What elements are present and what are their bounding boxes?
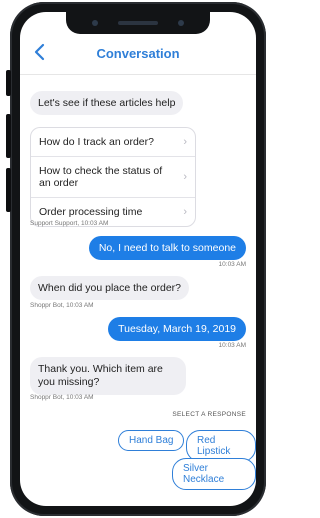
conversation-header: Conversation <box>20 34 256 75</box>
notch <box>66 12 210 34</box>
user-message-date: Tuesday, March 19, 2019 <box>108 317 246 341</box>
phone-screen: Conversation Let's see if these articles… <box>20 12 256 506</box>
speaker-grille <box>118 21 158 25</box>
chevron-right-icon: › <box>183 171 187 183</box>
bot-message-when: When did you place the order? <box>30 276 190 300</box>
user-message-meta: 10:03 AM <box>218 261 246 268</box>
response-chip-hand-bag[interactable]: Hand Bag <box>118 430 185 451</box>
article-label: How to check the status of an order <box>39 165 163 189</box>
volume-down-button <box>6 168 11 212</box>
article-item-track-order[interactable]: How do I track an order? › <box>31 128 195 157</box>
article-list: How do I track an order? › How to check … <box>30 127 196 227</box>
select-response-label: SELECT A RESPONSE <box>172 411 246 418</box>
camera-dot <box>92 20 98 26</box>
article-list-meta: Support Support, 10:03 AM <box>30 220 109 227</box>
mute-switch <box>6 70 11 96</box>
volume-up-button <box>6 114 11 158</box>
article-label: Order processing time <box>39 206 143 218</box>
chevron-right-icon: › <box>183 136 187 148</box>
bot-message-which-item: Thank you. Which item are you missing? <box>30 357 186 395</box>
page-title: Conversation <box>96 46 180 61</box>
bot-message-meta: Shoppr Bot, 10:03 AM <box>30 394 94 401</box>
bot-message-intro: Let's see if these articles help <box>30 91 184 115</box>
chevron-right-icon: › <box>183 206 187 218</box>
user-message-talk: No, I need to talk to someone <box>88 236 246 260</box>
article-item-check-status[interactable]: How to check the status of an order › <box>31 157 195 198</box>
response-chip-silver-necklace[interactable]: Silver Necklace <box>172 458 256 490</box>
article-label: How do I track an order? <box>39 136 154 148</box>
sensor-dot <box>178 20 184 26</box>
user-message-meta: 10:03 AM <box>218 342 246 349</box>
bot-message-meta: Shoppr Bot, 10:03 AM <box>30 302 94 309</box>
